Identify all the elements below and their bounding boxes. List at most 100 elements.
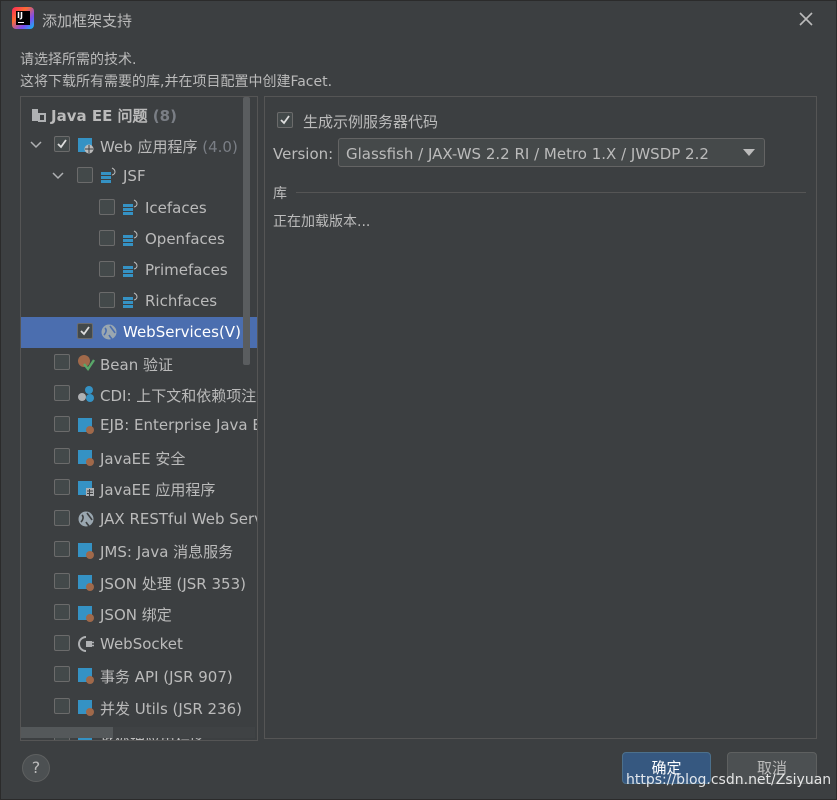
cdi-icon xyxy=(77,385,95,403)
tree-item-richfaces[interactable]: Richfaces xyxy=(21,286,257,317)
version-value: Glassfish / JAX-WS 2.2 RI / Metro 1.X / … xyxy=(346,145,709,163)
watermark-text: https://blog.csdn.net/Zsiyuan xyxy=(626,772,832,788)
tree-item-ejb[interactable]: EJB: Enterprise Java Beans xyxy=(21,410,257,441)
jms-checkbox[interactable] xyxy=(54,541,70,557)
close-icon[interactable] xyxy=(797,10,815,28)
websocket-checkbox[interactable] xyxy=(54,635,70,651)
intellij-logo-icon: IJ xyxy=(12,7,34,29)
chevron-down-icon[interactable] xyxy=(29,138,43,152)
tree-item-concurrency[interactable]: 并发 Utils (JSR 236) xyxy=(21,692,257,723)
jax-rest-label: JAX RESTful Web Services xyxy=(100,510,257,528)
primefaces-checkbox[interactable] xyxy=(99,261,115,277)
bean-validation-label: Bean 验证 xyxy=(100,356,173,374)
tree-item-jms[interactable]: JMS: Java 消息服务 xyxy=(21,535,257,566)
json-processing-label: JSON 处理 (JSR 353) xyxy=(100,575,246,593)
concurrency-label: 并发 Utils (JSR 236) xyxy=(100,700,243,718)
tree-root-java-ee[interactable]: Java EE 问题 (8) xyxy=(21,99,257,130)
tree-item-openfaces[interactable]: Openfaces xyxy=(21,224,257,255)
webservices-checkbox[interactable] xyxy=(77,323,93,339)
tree-horizontal-scrollbar[interactable] xyxy=(21,727,255,738)
javaee-module-icon xyxy=(77,448,95,466)
jsf-library-icon xyxy=(122,199,140,217)
jsf-checkbox[interactable] xyxy=(77,167,93,183)
version-dropdown[interactable]: Glassfish / JAX-WS 2.2 RI / Metro 1.X / … xyxy=(338,138,765,167)
richfaces-checkbox[interactable] xyxy=(99,292,115,308)
javaee-app-icon xyxy=(77,479,95,497)
tree-item-javaee-security[interactable]: JavaEE 安全 xyxy=(21,442,257,473)
javaee-group-icon xyxy=(31,107,49,125)
openfaces-label: Openfaces xyxy=(145,230,225,248)
cdi-label: CDI: 上下文和依赖项注入 xyxy=(100,387,258,405)
generate-sample-label[interactable]: 生成示例服务器代码 xyxy=(303,111,438,132)
concurrency-checkbox[interactable] xyxy=(54,698,70,714)
cdi-checkbox[interactable] xyxy=(54,385,70,401)
tree-item-json-binding[interactable]: JSON 绑定 xyxy=(21,598,257,629)
javaee-module-icon xyxy=(77,698,95,716)
javaee-module-icon xyxy=(77,541,95,559)
tree-item-bean-validation[interactable]: Bean 验证 xyxy=(21,348,257,379)
generate-sample-checkbox[interactable] xyxy=(277,112,293,128)
icefaces-checkbox[interactable] xyxy=(99,199,115,215)
websocket-label: WebSocket xyxy=(100,635,183,653)
help-button[interactable]: ? xyxy=(22,754,50,782)
openfaces-checkbox[interactable] xyxy=(99,230,115,246)
javaee-module-icon xyxy=(77,604,95,622)
web-app-checkbox[interactable] xyxy=(54,136,70,152)
transaction-label: 事务 API (JSR 907) xyxy=(100,668,233,686)
javaee-security-label: JavaEE 安全 xyxy=(100,450,186,468)
tree-item-webservices[interactable]: WebServices(V) xyxy=(21,317,257,348)
web-module-icon xyxy=(77,136,95,154)
tree-root-count: (8) xyxy=(152,107,177,125)
bean-validation-icon xyxy=(77,354,95,372)
jsf-library-icon xyxy=(122,230,140,248)
json-binding-checkbox[interactable] xyxy=(54,604,70,620)
globe-icon xyxy=(77,510,95,528)
library-divider xyxy=(296,192,806,193)
ejb-module-icon xyxy=(77,416,95,434)
tree-item-cdi[interactable]: CDI: 上下文和依赖项注入 xyxy=(21,379,257,410)
jsf-library-icon xyxy=(122,261,140,279)
description-line-1: 请选择所需的技术. xyxy=(20,52,137,68)
tree-item-jax-rest[interactable]: JAX RESTful Web Services xyxy=(21,504,257,535)
primefaces-label: Primefaces xyxy=(145,261,228,279)
tree-item-javaee-app[interactable]: JavaEE 应用程序 xyxy=(21,473,257,504)
javaee-app-checkbox[interactable] xyxy=(54,479,70,495)
framework-tree[interactable]: Java EE 问题 (8) Web 应用程序 (4.0) JSF Icefac… xyxy=(20,96,258,741)
description-line-2: 这将下载所有需要的库,并在项目配置中创建Facet. xyxy=(20,74,333,90)
dropdown-arrow-icon xyxy=(743,149,755,156)
jsf-library-icon xyxy=(122,292,140,310)
javaee-security-checkbox[interactable] xyxy=(54,448,70,464)
json-binding-label: JSON 绑定 xyxy=(100,606,172,624)
jms-label: JMS: Java 消息服务 xyxy=(100,543,234,561)
tree-item-primefaces[interactable]: Primefaces xyxy=(21,255,257,286)
tree-item-json-processing[interactable]: JSON 处理 (JSR 353) xyxy=(21,567,257,598)
tree-root-label: Java EE 问题 xyxy=(51,107,148,125)
tree-item-jsf[interactable]: JSF xyxy=(21,161,257,192)
tree-item-websocket[interactable]: WebSocket xyxy=(21,629,257,660)
tree-item-icefaces[interactable]: Icefaces xyxy=(21,193,257,224)
jsf-icon xyxy=(100,167,118,185)
json-processing-checkbox[interactable] xyxy=(54,573,70,589)
ejb-label: EJB: Enterprise Java Beans xyxy=(100,416,257,434)
richfaces-label: Richfaces xyxy=(145,292,218,310)
chevron-down-icon[interactable] xyxy=(51,169,65,183)
tree-item-transaction[interactable]: 事务 API (JSR 907) xyxy=(21,660,257,691)
version-label: Version: xyxy=(273,145,334,163)
bean-validation-checkbox[interactable] xyxy=(54,354,70,370)
web-app-version: (4.0) xyxy=(202,138,238,156)
jsf-label: JSF xyxy=(123,167,146,185)
tree-vertical-scrollbar[interactable] xyxy=(243,97,250,365)
javaee-module-icon xyxy=(77,573,95,591)
javaee-app-label: JavaEE 应用程序 xyxy=(100,481,216,499)
webservices-label: WebServices(V) xyxy=(123,323,241,341)
websocket-plug-icon xyxy=(77,635,95,653)
transaction-checkbox[interactable] xyxy=(54,666,70,682)
dialog-title: 添加框架支持 xyxy=(42,12,133,30)
library-section-title: 库 xyxy=(273,186,287,202)
web-app-label: Web 应用程序 xyxy=(100,138,198,156)
loading-versions-text: 正在加载版本... xyxy=(273,214,371,230)
tree-item-web-app[interactable]: Web 应用程序 (4.0) xyxy=(21,130,257,161)
ejb-checkbox[interactable] xyxy=(54,416,70,432)
title-bar: IJ 添加框架支持 xyxy=(0,0,837,38)
jax-rest-checkbox[interactable] xyxy=(54,510,70,526)
